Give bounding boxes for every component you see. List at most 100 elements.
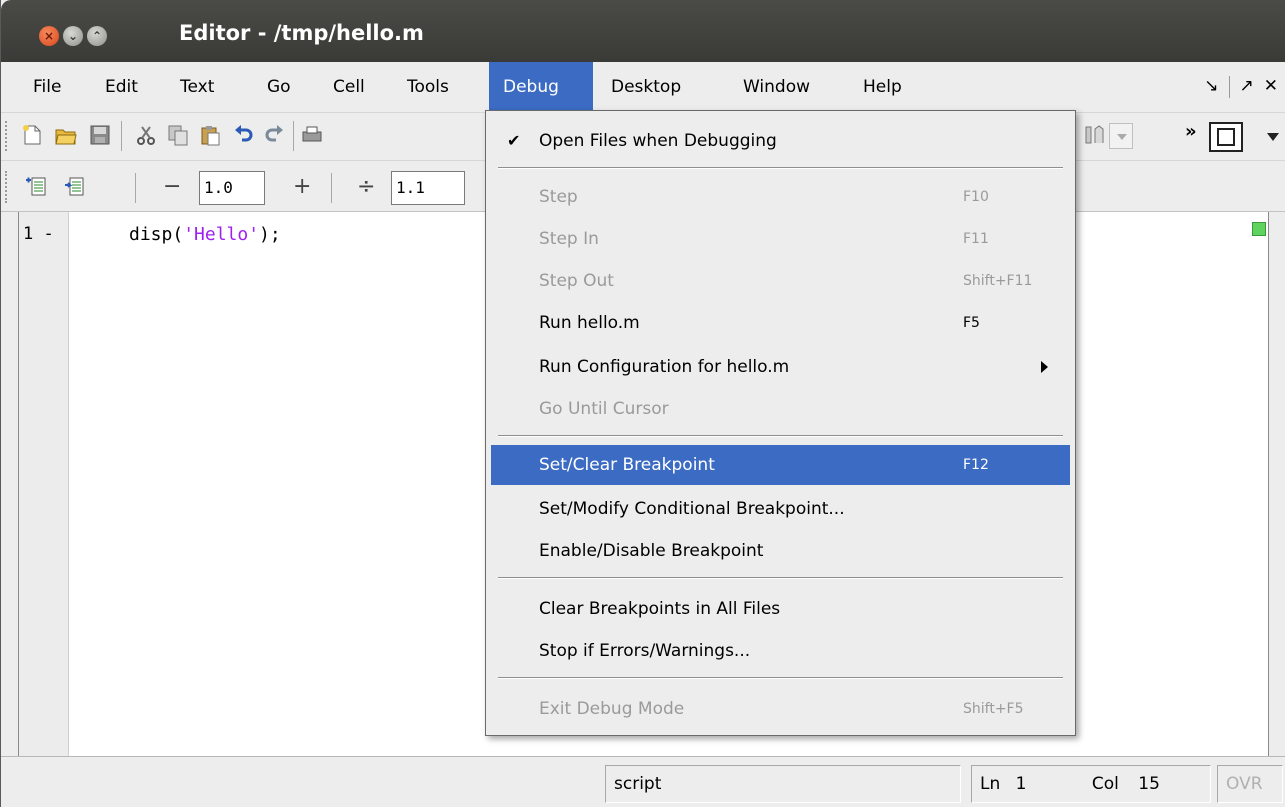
window-close-button[interactable]: × xyxy=(39,26,59,46)
undock-icon[interactable]: ↗ xyxy=(1240,76,1254,98)
menu-separator xyxy=(498,435,1063,437)
layout-button[interactable] xyxy=(1209,122,1243,152)
window-minimize-button[interactable]: ⌄ xyxy=(63,26,83,46)
ln-label: Ln xyxy=(980,774,1001,794)
menu-item-label: Run Configuration for hello.m xyxy=(539,357,790,377)
save-icon[interactable] xyxy=(89,124,111,146)
redo-icon[interactable] xyxy=(263,124,285,146)
menu-item-shortcut: F12 xyxy=(963,457,989,473)
undo-icon[interactable] xyxy=(233,124,255,146)
stack-icon[interactable] xyxy=(1083,124,1105,146)
divide-button[interactable]: ÷ xyxy=(357,175,375,199)
close-icon[interactable]: ✕ xyxy=(1264,76,1278,98)
layout-square-icon xyxy=(1217,128,1235,146)
paste-icon[interactable] xyxy=(199,124,221,146)
debug-menu: ✔ Open Files when Debugging Step F10 Ste… xyxy=(485,110,1076,736)
col-label: Col xyxy=(1091,774,1119,794)
toolbar-separator xyxy=(293,121,294,151)
window-title: Editor - /tmp/hello.m xyxy=(179,21,424,45)
menu-item-label: Clear Breakpoints in All Files xyxy=(539,599,781,619)
menu-item-set-clear-breakpoint[interactable]: Set/Clear Breakpoint F12 xyxy=(491,445,1070,485)
menu-item-label: Step xyxy=(539,187,578,207)
menu-item-label: Set/Modify Conditional Breakpoint... xyxy=(539,499,845,519)
menu-item-label: Step Out xyxy=(539,271,614,291)
status-indicator-icon[interactable] xyxy=(1252,222,1266,236)
open-folder-icon[interactable] xyxy=(55,124,77,146)
menu-item-label: Open Files when Debugging xyxy=(539,131,777,151)
toolbar-separator xyxy=(331,173,332,203)
status-position: Ln 1 Col 15 xyxy=(971,765,1211,803)
menu-cell[interactable]: Cell xyxy=(319,62,379,110)
menu-item-stop-if-errors-warnings[interactable]: Stop if Errors/Warnings... xyxy=(491,631,1070,671)
dock-icon[interactable]: ↘ xyxy=(1204,76,1218,98)
menu-item-label: Step In xyxy=(539,229,599,249)
menu-text[interactable]: Text xyxy=(166,62,228,110)
menu-item-exit-debug-mode[interactable]: Exit Debug Mode Shift+F5 xyxy=(491,689,1070,729)
menu-item-run[interactable]: Run hello.m F5 xyxy=(491,303,1070,343)
menu-tools[interactable]: Tools xyxy=(393,62,463,110)
menu-item-go-until-cursor[interactable]: Go Until Cursor xyxy=(491,389,1070,429)
ln-value: 1 xyxy=(1015,774,1027,794)
menu-item-step[interactable]: Step F10 xyxy=(491,177,1070,217)
copy-icon[interactable] xyxy=(167,124,189,146)
status-bar: script Ln 1 Col 15 OVR xyxy=(1,756,1285,807)
cell-value-field[interactable]: 1.0 xyxy=(199,171,265,205)
menu-item-shortcut: F10 xyxy=(963,189,989,205)
dock-controls: ↘ ↗ ✕ xyxy=(1204,76,1278,98)
menu-item-label: Go Until Cursor xyxy=(539,399,669,419)
menu-desktop[interactable]: Desktop xyxy=(597,62,695,110)
title-bar[interactable]: × ⌄ ⌃ Editor - /tmp/hello.m xyxy=(1,0,1285,62)
menu-separator xyxy=(498,167,1063,169)
menu-window[interactable]: Window xyxy=(729,62,824,110)
menu-separator xyxy=(498,677,1063,679)
new-file-icon[interactable] xyxy=(21,124,43,146)
status-mode: script xyxy=(605,765,961,803)
breakpoint-marker[interactable]: - xyxy=(44,224,54,244)
menu-item-set-modify-conditional-breakpoint[interactable]: Set/Modify Conditional Breakpoint... xyxy=(491,489,1070,529)
menu-go[interactable]: Go xyxy=(253,62,305,110)
insert-cell-icon[interactable] xyxy=(25,175,47,197)
toolbar-grip[interactable] xyxy=(5,171,8,203)
menu-separator xyxy=(498,577,1063,579)
window-maximize-button[interactable]: ⌃ xyxy=(87,26,107,46)
menu-item-label: Set/Clear Breakpoint xyxy=(539,455,715,475)
editor-window: × ⌄ ⌃ Editor - /tmp/hello.m File Edit Te… xyxy=(0,0,1285,807)
menu-item-label: Exit Debug Mode xyxy=(539,699,685,719)
menu-help[interactable]: Help xyxy=(849,62,916,110)
evaluate-cell-icon[interactable] xyxy=(63,175,85,197)
dock-separator xyxy=(1228,76,1230,98)
toolbar-grip[interactable] xyxy=(5,121,8,151)
decrement-button[interactable]: − xyxy=(163,175,181,199)
chevron-down-icon xyxy=(1117,134,1127,140)
menu-item-run-configuration[interactable]: Run Configuration for hello.m xyxy=(491,347,1070,387)
menu-item-label: Enable/Disable Breakpoint xyxy=(539,541,764,561)
menu-debug[interactable]: Debug xyxy=(489,62,593,110)
menu-file[interactable]: File xyxy=(19,62,75,110)
menu-bar: File Edit Text Go Cell Tools Debug Deskt… xyxy=(1,62,1285,112)
menu-item-clear-breakpoints-all-files[interactable]: Clear Breakpoints in All Files xyxy=(491,589,1070,629)
menu-item-shortcut: Shift+F5 xyxy=(963,701,1024,717)
menu-item-enable-disable-breakpoint[interactable]: Enable/Disable Breakpoint xyxy=(491,531,1070,571)
toolbar-separator xyxy=(135,173,136,203)
toolbar-separator xyxy=(121,121,122,151)
code-line[interactable]: disp('Hello'); xyxy=(129,224,281,245)
cut-icon[interactable] xyxy=(135,124,157,146)
menu-item-label: Run hello.m xyxy=(539,313,640,333)
layout-dropdown-icon[interactable] xyxy=(1267,133,1279,141)
divide-value-field[interactable]: 1.1 xyxy=(391,171,465,205)
check-icon: ✔ xyxy=(507,131,521,150)
print-icon[interactable] xyxy=(301,124,323,146)
overwrite-indicator: OVR xyxy=(1217,765,1283,803)
code-text: ); xyxy=(259,224,281,245)
overflow-chevron-icon[interactable]: » xyxy=(1185,121,1197,142)
increment-button[interactable]: + xyxy=(293,175,311,199)
menu-item-open-files-when-debugging[interactable]: ✔ Open Files when Debugging xyxy=(491,121,1070,161)
menu-item-step-out[interactable]: Step Out Shift+F11 xyxy=(491,261,1070,301)
code-text: disp( xyxy=(129,224,184,245)
line-gutter[interactable]: 1 - xyxy=(19,212,69,756)
menu-edit[interactable]: Edit xyxy=(91,62,152,110)
menu-item-shortcut: Shift+F11 xyxy=(963,273,1033,289)
stack-dropdown[interactable] xyxy=(1109,123,1133,149)
menu-item-step-in[interactable]: Step In F11 xyxy=(491,219,1070,259)
code-string: 'Hello' xyxy=(183,224,260,245)
